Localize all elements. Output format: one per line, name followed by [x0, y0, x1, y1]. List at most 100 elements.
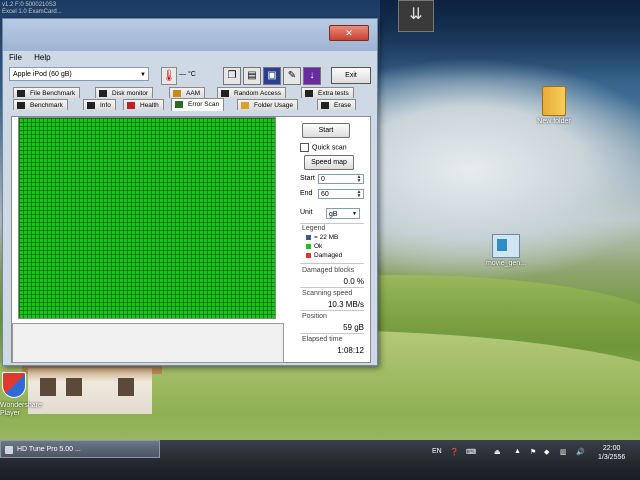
error-scan-panel: Start Quick scan Speed map Start 0 ▲ ▼ En… — [11, 116, 371, 363]
toolbar: Apple iPod (60 gB) ▼ 🌡 — °C ❐ ▤ ▣ ✎ ↓ Ex… — [9, 65, 371, 85]
network-icon[interactable]: ▥ — [560, 448, 567, 456]
menu-file[interactable]: File — [9, 53, 22, 62]
quick-scan-label: Quick scan — [312, 144, 347, 152]
tab-health[interactable]: Health — [123, 99, 164, 110]
legend-item-damaged: Damaged — [306, 252, 342, 259]
start-field[interactable]: 0 ▲ ▼ — [318, 174, 364, 184]
desktop-icon-file[interactable]: movie_gen... — [476, 234, 536, 267]
shield-label: Wondershare Player — [0, 402, 42, 417]
legend-swatch — [306, 243, 311, 249]
options-wrench-icon[interactable]: ✎ — [283, 67, 301, 85]
download-arrow-icon[interactable]: ⇊ — [398, 0, 434, 32]
file-icon — [492, 234, 520, 258]
magnifier-icon — [175, 101, 183, 108]
tab-benchmark[interactable]: Benchmark — [13, 99, 68, 110]
tab-file-benchmark[interactable]: File Benchmark — [13, 87, 81, 98]
quick-scan-checkbox[interactable]: Quick scan — [300, 143, 347, 152]
speed-map-button[interactable]: Speed map — [304, 155, 354, 170]
title-bar[interactable] — [3, 19, 377, 51]
help-icon[interactable]: ❓ — [450, 448, 459, 456]
file-benchmark-icon — [17, 90, 25, 97]
house-window — [40, 378, 56, 396]
tab-aam[interactable]: AAM — [169, 87, 206, 98]
random-access-icon — [221, 90, 229, 97]
tab-label: Folder Usage — [254, 102, 294, 109]
exit-button[interactable]: Exit — [331, 67, 371, 84]
start-button[interactable]: Start — [302, 123, 350, 138]
shield-icon[interactable] — [2, 372, 26, 398]
down-arrow-icon[interactable]: ↓ — [303, 67, 321, 85]
elapsed-time-label: Elapsed time — [302, 336, 343, 343]
taskbar-app-button[interactable]: HD Tune Pro 5.00 ... — [0, 440, 160, 458]
chevron-down-icon: ▼ — [352, 211, 357, 217]
position-label: Position — [302, 313, 327, 320]
scan-log-box[interactable] — [12, 323, 284, 363]
tab-info[interactable]: Info — [83, 99, 116, 110]
chevron-down-icon: ▼ — [140, 72, 146, 78]
usb-icon[interactable]: ⏏ — [494, 448, 501, 456]
house-window — [118, 378, 134, 396]
divider — [300, 333, 364, 334]
tab-label: Health — [140, 102, 159, 109]
tab-disk-monitor[interactable]: Disk monitor — [95, 87, 154, 98]
divider — [300, 310, 364, 311]
clock[interactable]: 22:00 1/3/2556 — [598, 444, 625, 462]
thermometer-icon: 🌡 — [161, 67, 177, 85]
position-value: 59 gB — [343, 323, 364, 332]
end-field[interactable]: 60 ▲ ▼ — [318, 189, 364, 199]
tab-label: Random Access — [234, 90, 281, 97]
drive-select[interactable]: Apple iPod (60 gB) ▼ — [9, 67, 149, 81]
overlay-line: v1.2 F:0 5000210S3 — [2, 2, 57, 8]
house-window — [66, 378, 82, 396]
language-indicator[interactable]: EN — [432, 448, 442, 455]
speaker-icon — [173, 90, 181, 97]
legend-swatch — [306, 234, 311, 240]
drive-select-value: Apple iPod (60 gB) — [13, 71, 72, 78]
tab-label: Extra tests — [318, 90, 349, 97]
spinner-icon[interactable]: ▲ ▼ — [355, 190, 363, 199]
arrow-up-icon[interactable]: ▲ — [514, 448, 521, 455]
unit-select[interactable]: gB ▼ — [326, 208, 360, 219]
menu-help[interactable]: Help — [34, 53, 50, 62]
spinner-icon[interactable]: ▲ ▼ — [355, 175, 363, 184]
extra-tests-icon — [305, 90, 313, 97]
tab-error-scan[interactable]: Error Scan — [171, 98, 225, 111]
damaged-blocks-value: 0.0 % — [343, 277, 364, 286]
clock-date: 1/3/2556 — [598, 454, 626, 461]
tab-label: File Benchmark — [30, 90, 76, 97]
info-icon — [87, 102, 95, 109]
scanning-speed-label: Scanning speed — [302, 290, 353, 297]
save-icon[interactable]: ▣ — [263, 67, 281, 85]
volume-icon[interactable]: 🔊 — [576, 448, 585, 456]
elapsed-time-value: 1:08:12 — [337, 346, 364, 355]
scanning-speed-value: 10.3 MB/s — [327, 300, 364, 309]
divider — [300, 263, 364, 264]
tab-folder-usage[interactable]: Folder Usage — [237, 99, 299, 110]
checkbox-box[interactable] — [300, 143, 309, 152]
tab-extra-tests[interactable]: Extra tests — [301, 87, 354, 98]
tab-erase[interactable]: Erase — [317, 99, 356, 110]
copy-icon[interactable]: ❐ — [223, 67, 241, 85]
tab-strip: File Benchmark Disk monitor AAM Random A… — [11, 87, 369, 117]
unit-select-value: gB — [329, 211, 338, 218]
start-field-label: Start — [300, 175, 315, 182]
hdtune-icon — [5, 446, 13, 454]
scan-block-map — [18, 117, 276, 319]
desktop-icon-label: New folder — [537, 118, 571, 125]
shield-tray-icon[interactable]: ◆ — [544, 448, 549, 456]
copy-screen-icon[interactable]: ▤ — [243, 67, 261, 85]
desktop-icon-label: movie_gen... — [485, 260, 527, 267]
close-button[interactable] — [329, 25, 369, 41]
folder-icon — [542, 86, 566, 116]
legend-label: Damaged — [314, 252, 343, 259]
tab-random-access[interactable]: Random Access — [217, 87, 286, 98]
flag-icon[interactable]: ⚑ — [530, 448, 536, 456]
benchmark-icon — [17, 102, 25, 109]
keyboard-icon[interactable]: ⌨ — [466, 448, 476, 456]
tab-label: Erase — [334, 102, 351, 109]
taskbar-app-label: HD Tune Pro 5.00 ... — [17, 446, 81, 453]
end-field-value: 60 — [321, 191, 329, 198]
disk-monitor-icon — [99, 90, 107, 97]
legend-swatch — [306, 252, 311, 258]
desktop-icon-folder[interactable]: New folder — [524, 86, 584, 125]
